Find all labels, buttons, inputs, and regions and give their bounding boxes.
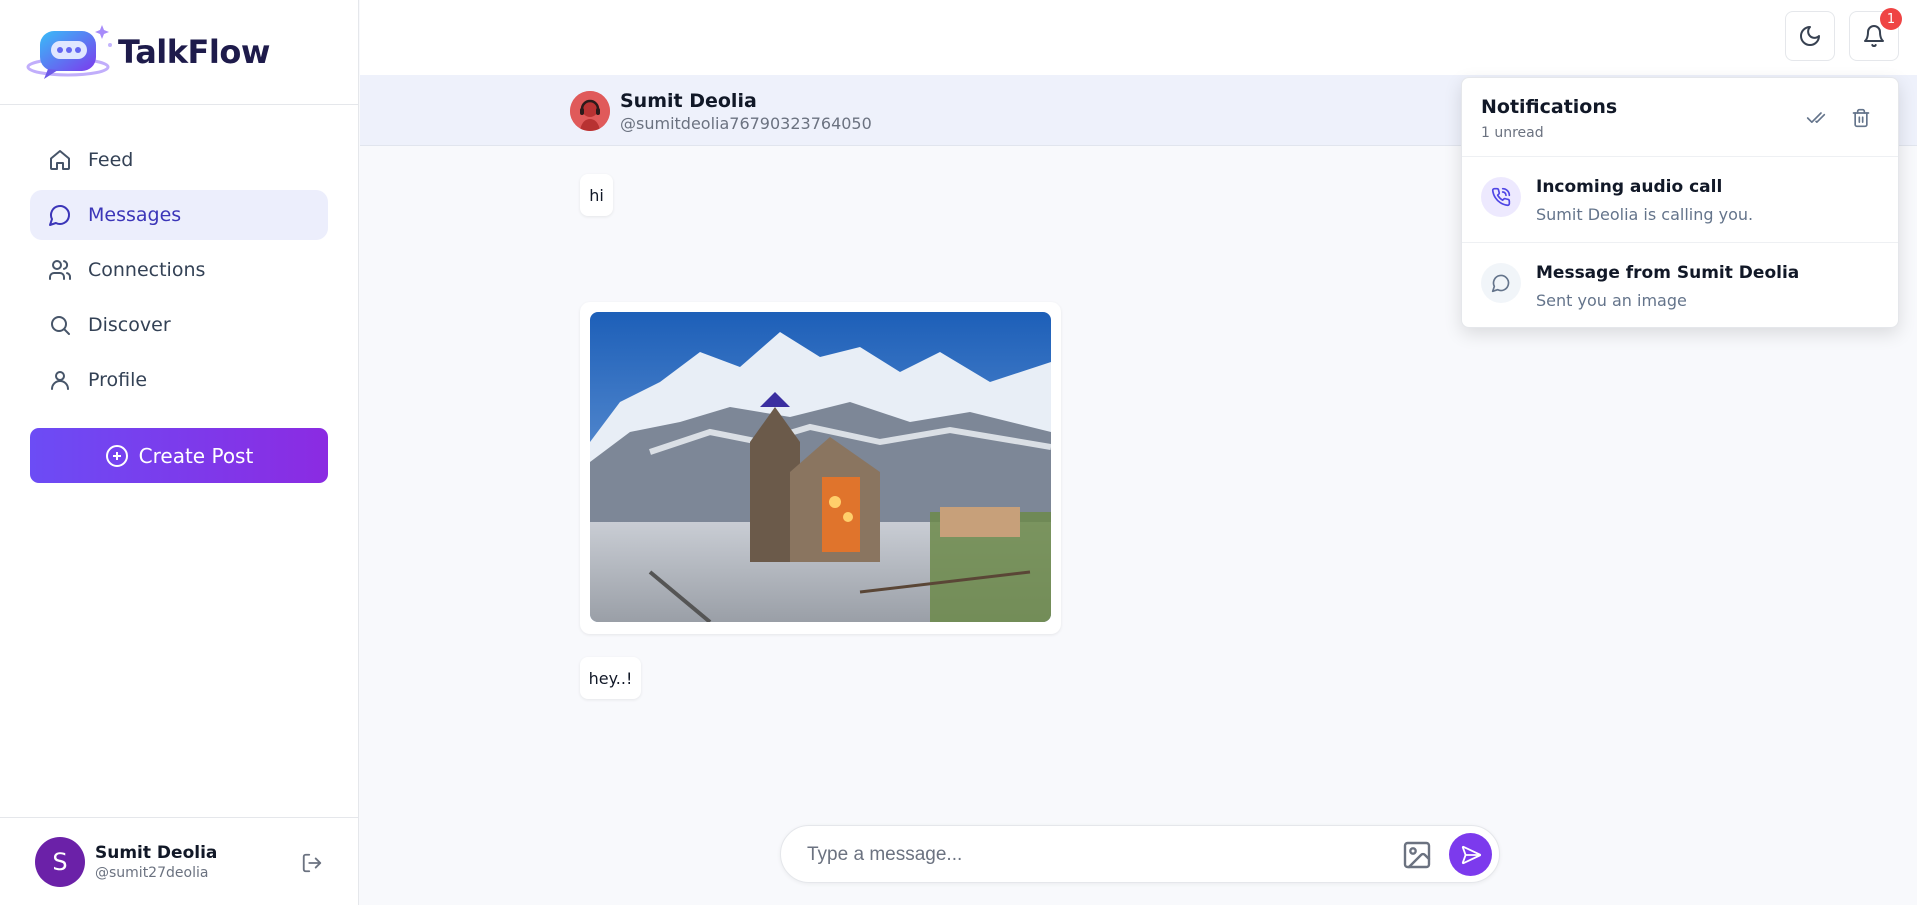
notification-body: Sumit Deolia is calling you. <box>1536 205 1754 224</box>
notifications-header: Notifications 1 unread <box>1462 78 1898 157</box>
image-icon <box>1403 841 1431 869</box>
users-icon <box>49 260 72 280</box>
notification-count-badge: 1 <box>1880 8 1902 30</box>
trash-icon <box>1852 108 1870 128</box>
contact-name: Sumit Deolia <box>620 90 757 112</box>
notification-title: Message from Sumit Deolia <box>1536 263 1800 283</box>
notifications-unread-count: 1 unread <box>1481 125 1544 141</box>
nav-item-label: Feed <box>88 149 134 171</box>
sidebar: TalkFlow Feed Messages Connections Disco… <box>0 0 359 905</box>
bell-icon <box>1864 25 1884 48</box>
message-input[interactable] <box>807 840 1347 870</box>
nav-item-messages[interactable]: Messages <box>30 190 328 240</box>
message-bubble: hi <box>580 174 613 216</box>
nav-item-feed[interactable]: Feed <box>30 135 328 185</box>
plus-circle-icon <box>105 444 128 467</box>
nav-item-label: Connections <box>88 259 206 281</box>
moon-icon <box>1800 26 1820 46</box>
avatar[interactable]: S <box>35 836 85 887</box>
mark-all-read-button[interactable] <box>1803 105 1829 131</box>
notification-item[interactable]: Message from Sumit Deolia Sent you an im… <box>1462 243 1898 329</box>
notification-body: Sent you an image <box>1536 291 1687 310</box>
logout-icon <box>302 853 322 873</box>
search-icon <box>51 316 70 335</box>
double-check-icon <box>1806 112 1826 123</box>
message-composer <box>780 825 1500 883</box>
create-post-button[interactable]: Create Post <box>30 428 328 483</box>
message-icon <box>1481 263 1521 303</box>
notifications-title: Notifications <box>1481 96 1618 118</box>
image-message <box>580 302 1061 634</box>
user-icon <box>51 371 69 390</box>
contact-handle: @sumitdeolia76790323764050 <box>620 114 872 133</box>
nav-item-label: Messages <box>88 204 182 226</box>
notification-title: Incoming audio call <box>1536 177 1723 197</box>
attach-image-button[interactable] <box>1401 839 1433 871</box>
message-image[interactable] <box>590 312 1051 622</box>
phone-call-icon <box>1481 177 1521 217</box>
user-name: Sumit Deolia <box>95 842 218 863</box>
notifications-button[interactable]: 1 <box>1849 8 1902 61</box>
send-icon <box>1461 845 1481 864</box>
nav-item-profile[interactable]: Profile <box>30 355 328 405</box>
create-post-label: Create Post <box>138 443 254 468</box>
main-nav: Feed Messages Connections Discover Profi… <box>0 105 358 405</box>
logout-button[interactable] <box>301 852 325 876</box>
message-bubble: hey..! <box>580 657 641 699</box>
theme-toggle-button[interactable] <box>1785 11 1835 61</box>
message-icon <box>49 205 70 226</box>
home-icon <box>50 150 70 170</box>
clear-notifications-button[interactable] <box>1848 105 1874 131</box>
nav-item-label: Profile <box>88 369 148 391</box>
notification-item[interactable]: Incoming audio call Sumit Deolia is call… <box>1462 157 1898 243</box>
nav-item-connections[interactable]: Connections <box>30 245 328 295</box>
top-bar: 1 <box>360 0 1917 75</box>
notifications-panel: Notifications 1 unread Incoming audio ca… <box>1461 77 1899 328</box>
talkflow-logo-icon <box>24 15 120 89</box>
brand[interactable]: TalkFlow <box>0 0 358 105</box>
contact-avatar[interactable] <box>570 91 610 131</box>
send-button[interactable] <box>1449 833 1492 876</box>
nav-item-label: Discover <box>88 314 171 336</box>
brand-name: TalkFlow <box>118 33 270 71</box>
user-info: Sumit Deolia @sumit27deolia <box>95 843 217 881</box>
current-user-card: S Sumit Deolia @sumit27deolia <box>0 817 359 905</box>
user-handle: @sumit27deolia <box>95 864 209 881</box>
nav-item-discover[interactable]: Discover <box>30 300 328 350</box>
